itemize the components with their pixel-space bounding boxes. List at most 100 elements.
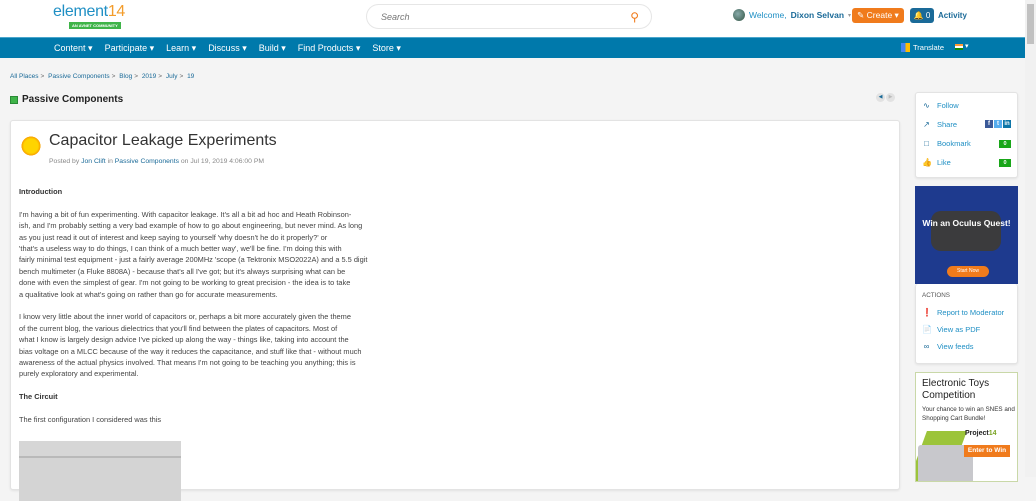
breadcrumb-blog[interactable]: Blog (119, 73, 132, 80)
previous-post-icon[interactable]: ◀ (876, 93, 885, 102)
logo-text: element (53, 3, 108, 20)
report-link[interactable]: ❗ Report to Moderator (922, 308, 1004, 317)
breadcrumb-year[interactable]: 2019 (142, 73, 156, 80)
follow-button[interactable]: ∿ Follow (922, 101, 959, 110)
scrollbar-thumb[interactable] (1027, 4, 1034, 44)
logo-number: 14 (107, 3, 126, 20)
paragraph-2: I know very little about the inner world… (19, 311, 439, 379)
post-date: on Jul 19, 2019 4:06:00 PM (180, 158, 265, 165)
translate-label: Translate (913, 43, 944, 52)
user-menu[interactable]: Welcome, Dixon Selvan ▾ (733, 9, 851, 21)
next-post-icon[interactable]: ▶ (886, 93, 895, 102)
breadcrumb-day[interactable]: 19 (187, 73, 194, 80)
vr-headset-image (931, 211, 1001, 251)
sun-icon (20, 135, 42, 157)
text-line: fairly minimal test equipment - just a f… (19, 255, 368, 265)
bell-icon: 🔔 (913, 11, 924, 20)
translate-button[interactable]: Translate (901, 43, 944, 52)
alert-icon: ❗ (922, 308, 932, 317)
search-icon[interactable]: ⚲ (630, 10, 639, 24)
pdf-icon: 📄 (922, 325, 932, 334)
oculus-ad-banner[interactable]: Win an Oculus Quest! Start Now (915, 186, 1018, 284)
notifications-button[interactable]: 🔔 0 (910, 8, 934, 23)
text-line: of the current blog, the various dielect… (19, 323, 338, 333)
start-now-button[interactable]: Start Now (947, 266, 989, 277)
bookmark-count: 0 (999, 140, 1011, 148)
paragraph-1: I'm having a bit of fun experimenting. W… (19, 209, 439, 300)
like-count: 0 (999, 159, 1011, 167)
google-translate-icon (901, 43, 910, 52)
text-line: 'that's a useless way to do things, I ca… (19, 244, 342, 254)
facebook-icon[interactable]: f (985, 120, 993, 128)
nav-store[interactable]: Store ▾ (372, 43, 401, 54)
scrollbar[interactable] (1025, 0, 1036, 477)
share-icon: ↗ (923, 120, 930, 129)
breadcrumb-all-places[interactable]: All Places (10, 73, 39, 80)
feeds-link[interactable]: ∞ View feeds (922, 342, 974, 351)
circuit-photo[interactable] (19, 441, 181, 501)
nav-build[interactable]: Build ▾ (259, 43, 286, 54)
main-nav: Content ▾ Participate ▾ Learn ▾ Discuss … (0, 37, 1025, 58)
header: element14 AN AVNET COMMUNITY ⚲ Welcome, … (0, 0, 1025, 37)
create-button[interactable]: ✎ Create ▾ (852, 8, 904, 23)
heading-introduction: Introduction (19, 187, 63, 196)
welcome-text: Welcome, (749, 10, 787, 20)
activity-link[interactable]: Activity (938, 11, 967, 20)
pdf-link[interactable]: 📄 View as PDF (922, 325, 980, 334)
place-link[interactable]: Passive Components (115, 158, 179, 165)
text-line: purely exploratory and experimental. (19, 369, 139, 379)
section-title[interactable]: Passive Components (22, 94, 123, 105)
text-line: a qualitative look at what's going on ra… (19, 289, 278, 299)
create-label: Create (866, 10, 893, 20)
share-button[interactable]: ↗ Share (922, 120, 957, 129)
competition-ad-banner[interactable]: Electronic Toys Competition Your chance … (915, 372, 1018, 482)
text-line: awareness of the actual physics involved… (19, 358, 356, 368)
nav-discuss[interactable]: Discuss ▾ (208, 43, 247, 54)
breadcrumb: All Places > Passive Components > Blog > 20… (10, 73, 195, 80)
element14-logo[interactable]: element14 AN AVNET COMMUNITY (53, 3, 126, 29)
project14-logo: Project14 (965, 430, 997, 437)
heading-circuit: The Circuit (19, 392, 58, 402)
nav-content[interactable]: Content ▾ (54, 43, 93, 54)
chevron-down-icon[interactable]: ▾ (965, 42, 969, 50)
india-flag-icon[interactable] (955, 44, 963, 50)
nav-find-products[interactable]: Find Products ▾ (298, 43, 361, 54)
text-line: bench multimeter (a Fluke 8808A) - becau… (19, 266, 346, 276)
text-line: I'm having a bit of fun experimenting. W… (19, 209, 352, 219)
post-actions-panel: ∿ Follow ↗ Share f t in □ Bookmark 0 👍 Like 0 (915, 92, 1018, 178)
like-button[interactable]: 👍 Like (922, 158, 951, 167)
bookmark-button[interactable]: □ Bookmark (922, 139, 971, 148)
actions-panel: ACTIONS ❗ Report to Moderator 📄 View as PD… (915, 284, 1018, 364)
chevron-down-icon: ▾ (848, 12, 852, 19)
thumbs-up-icon: 👍 (922, 158, 932, 167)
section-heading: Passive Components (10, 94, 123, 105)
twitter-icon[interactable]: t (994, 120, 1002, 128)
text-line: as you just read it out of interest and … (19, 232, 328, 242)
ad-text: Win an Oculus Quest! (922, 218, 1011, 228)
paragraph-3: The first configuration I considered was… (19, 415, 162, 425)
search-box: ⚲ (366, 4, 652, 29)
post-pager: ◀ ▶ (876, 93, 895, 102)
author-link[interactable]: Jon Clift (81, 158, 106, 165)
linkedin-icon[interactable]: in (1003, 120, 1011, 128)
ad-subtitle: Your chance to win an SNES and Shopping … (922, 406, 1015, 422)
group-icon (10, 95, 18, 104)
breadcrumb-month[interactable]: July (166, 73, 178, 80)
notification-count: 0 (925, 11, 931, 20)
nav-participate[interactable]: Participate ▾ (105, 43, 155, 54)
user-name[interactable]: Dixon Selvan (791, 10, 844, 20)
post-meta: Posted by Jon Clift in Passive Component… (49, 158, 265, 165)
enter-to-win-button[interactable]: Enter to Win (964, 445, 1010, 457)
text-line: I know very little about the inner world… (19, 312, 351, 322)
search-input[interactable] (381, 12, 611, 22)
post-title: Capacitor Leakage Experiments (49, 132, 277, 149)
activity-icon: ∿ (923, 101, 930, 110)
text-line: what I know is largely design advice I'v… (19, 335, 349, 345)
avatar (733, 9, 745, 21)
nav-learn[interactable]: Learn ▾ (166, 43, 196, 54)
breadcrumb-passive-components[interactable]: Passive Components (48, 73, 109, 80)
bookmark-icon: □ (924, 139, 929, 148)
text-line: bias voltage on a MLCC because of the wa… (19, 346, 362, 356)
rss-icon: ∞ (923, 342, 930, 351)
ad-title: Electronic Toys Competition (922, 378, 990, 401)
